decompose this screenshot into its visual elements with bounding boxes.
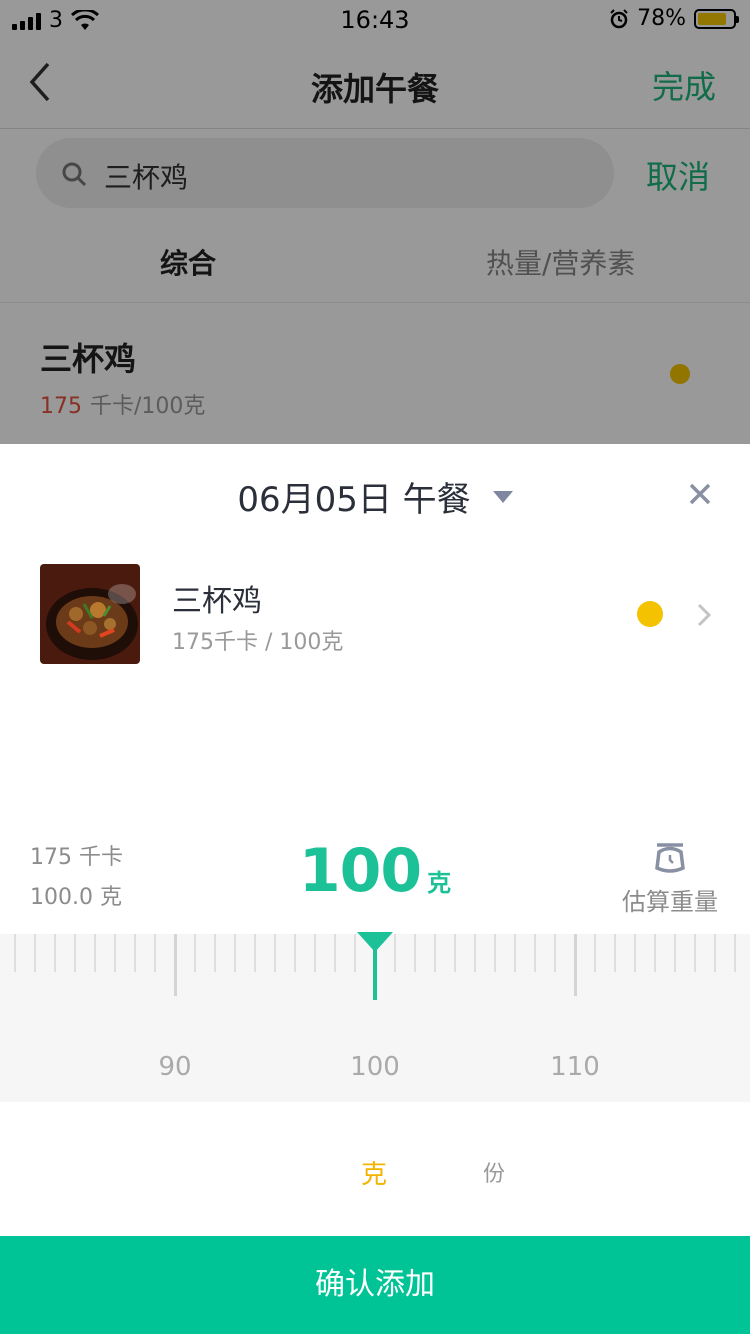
ruler-tick — [594, 934, 596, 972]
ruler-tick — [114, 934, 116, 972]
ruler-major-tick — [574, 934, 577, 996]
estimate-weight-button[interactable]: 估算重量 — [620, 840, 720, 920]
ruler-tick — [634, 934, 636, 972]
meal-date-title: 06月05日 午餐 — [237, 480, 471, 520]
ruler-tick — [434, 934, 436, 972]
ruler-tick — [454, 934, 456, 972]
food-thumbnail — [40, 564, 140, 664]
ruler-tick — [414, 934, 416, 972]
ruler-tick — [214, 934, 216, 972]
unit-gram-tab[interactable]: 克 — [361, 1154, 387, 1191]
dropdown-caret-icon — [492, 490, 513, 503]
ruler-label: 100 — [350, 1052, 400, 1082]
ruler-tick — [34, 934, 36, 972]
ruler-tick — [654, 934, 656, 972]
ruler-tick — [354, 934, 356, 972]
ruler-indicator — [357, 932, 393, 1000]
ruler-major-tick — [174, 934, 177, 996]
weight-ruler[interactable]: 90 100 110 — [0, 932, 750, 1102]
ruler-tick — [674, 934, 676, 972]
ruler-tick — [534, 934, 536, 972]
scale-label: 估算重量 — [622, 888, 718, 916]
add-food-sheet: 06月05日 午餐 三杯鸡 175千卡 / 100克 175 千卡 100.0 … — [0, 444, 750, 1334]
rating-dot — [637, 601, 663, 627]
food-calories: 175千卡 / 100克 — [172, 630, 344, 655]
chevron-right-icon — [697, 603, 712, 627]
ruler-tick — [474, 934, 476, 972]
weight-unit: 克 — [427, 869, 452, 897]
ruler-tick — [714, 934, 716, 972]
ruler-tick — [274, 934, 276, 972]
food-name: 三杯鸡 — [172, 584, 262, 619]
weight-value: 100 — [298, 836, 422, 906]
unit-switch: 克 份 — [0, 1144, 750, 1204]
ruler-label: 110 — [550, 1052, 600, 1082]
ruler-tick — [134, 934, 136, 972]
ruler-label: 90 — [158, 1052, 192, 1082]
ruler-tick — [394, 934, 396, 972]
sheet-header[interactable]: 06月05日 午餐 — [0, 472, 750, 521]
close-icon[interactable] — [686, 480, 714, 508]
ruler-tick — [294, 934, 296, 972]
ruler-tick — [314, 934, 316, 972]
page-background: 3 16:43 78% 添加午餐 完成 三杯鸡 取消 综合 热量/营养素 三杯鸡… — [0, 0, 750, 1334]
ruler-tick — [694, 934, 696, 972]
ruler-tick — [234, 934, 236, 972]
scale-icon — [655, 843, 685, 873]
ruler-tick — [54, 934, 56, 972]
modal-backdrop[interactable] — [0, 0, 750, 444]
ruler-tick — [194, 934, 196, 972]
ruler-tick — [514, 934, 516, 972]
confirm-add-button[interactable]: 确认添加 — [0, 1236, 750, 1334]
ruler-tick — [554, 934, 556, 972]
ruler-tick — [74, 934, 76, 972]
ruler-tick — [734, 934, 736, 972]
ruler-tick — [254, 934, 256, 972]
ruler-tick — [614, 934, 616, 972]
ruler-tick — [94, 934, 96, 972]
ruler-tick — [494, 934, 496, 972]
ruler-tick — [14, 934, 16, 972]
ruler-tick — [334, 934, 336, 972]
unit-portion-tab[interactable]: 份 — [483, 1156, 505, 1188]
ruler-tick — [154, 934, 156, 972]
